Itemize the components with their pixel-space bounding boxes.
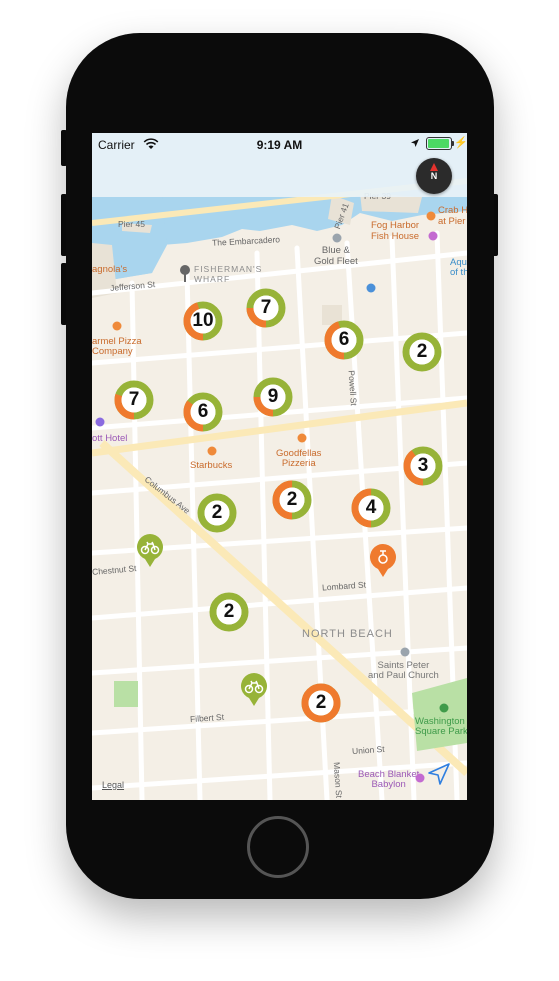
cluster-count: 2 bbox=[211, 502, 223, 523]
cluster-marker[interactable]: 6 bbox=[183, 392, 223, 432]
pizza-icon bbox=[297, 433, 307, 443]
cluster-marker[interactable]: 2 bbox=[402, 332, 442, 372]
cluster-count: 2 bbox=[416, 341, 428, 362]
compass-button[interactable]: N bbox=[416, 158, 452, 194]
poi-crab-house: Crab Hat Pier bbox=[438, 205, 467, 227]
poi-goodfellas: Goodfellas Pizzeria bbox=[276, 448, 322, 469]
church-icon bbox=[400, 647, 410, 657]
cluster-count: 2 bbox=[315, 692, 327, 713]
cluster-marker[interactable]: 7 bbox=[114, 380, 154, 420]
location-arrow-icon[interactable] bbox=[426, 761, 452, 787]
status-bar: Carrier 9:19 AM ⚡ N bbox=[92, 133, 467, 197]
cluster-marker[interactable]: 2 bbox=[209, 592, 249, 632]
hotel-icon bbox=[95, 417, 105, 427]
poi-blue-gold-fleet: Blue & Gold Fleet bbox=[314, 245, 358, 267]
shopping-icon bbox=[428, 231, 438, 241]
cluster-count: 6 bbox=[197, 401, 209, 422]
cluster-marker[interactable]: 10 bbox=[183, 301, 223, 341]
bike-marker[interactable] bbox=[136, 534, 164, 568]
street-label-pier45: Pier 45 bbox=[118, 219, 145, 229]
scooter-marker[interactable] bbox=[369, 544, 397, 578]
bike-icon bbox=[137, 534, 163, 567]
bike-marker[interactable] bbox=[240, 673, 268, 707]
home-button[interactable] bbox=[247, 816, 309, 878]
cluster-count: 4 bbox=[365, 497, 377, 518]
cluster-count: 7 bbox=[128, 389, 140, 410]
cluster-marker[interactable]: 3 bbox=[403, 446, 443, 486]
poi-aquarium: Aqu of th bbox=[450, 257, 467, 278]
cluster-marker[interactable]: 2 bbox=[272, 480, 312, 520]
cluster-count: 7 bbox=[260, 297, 272, 318]
battery-icon bbox=[426, 137, 454, 150]
poi-beach-blanket: Beach Blanket Babylon bbox=[358, 769, 420, 790]
coffee-icon bbox=[207, 446, 217, 456]
cluster-count: 6 bbox=[338, 329, 350, 350]
theater-icon bbox=[415, 773, 425, 783]
district-label-north-beach: NORTH BEACH bbox=[302, 628, 393, 640]
pizza-icon bbox=[112, 321, 122, 331]
compass-label: N bbox=[430, 171, 438, 181]
cluster-count: 2 bbox=[286, 489, 298, 510]
cluster-count: 2 bbox=[223, 601, 235, 622]
cluster-marker[interactable]: 6 bbox=[324, 320, 364, 360]
park-icon bbox=[439, 703, 449, 713]
cluster-count: 9 bbox=[267, 386, 279, 407]
parking-icon bbox=[366, 283, 376, 293]
cluster-count: 3 bbox=[417, 455, 429, 476]
cluster-marker[interactable]: 2 bbox=[197, 493, 237, 533]
compass-needle-icon bbox=[430, 163, 438, 171]
poi-saints-peter-paul: Saints Peter and Paul Church bbox=[368, 660, 439, 681]
poi-washington-square: Washington Square Park bbox=[415, 716, 467, 737]
scooter-icon bbox=[370, 544, 396, 577]
location-services-icon bbox=[411, 139, 419, 147]
cluster-marker[interactable]: 4 bbox=[351, 488, 391, 528]
bike-icon bbox=[241, 673, 267, 706]
poi-carmel-pizza: armel Pizza Company bbox=[92, 336, 142, 357]
poi-hotel: ott Hotel bbox=[92, 433, 128, 444]
cluster-marker[interactable]: 9 bbox=[253, 377, 293, 417]
map-screen[interactable]: Pier 45 The Embarcadero Jefferson St FIS… bbox=[92, 133, 467, 800]
landmark-icon bbox=[180, 265, 190, 282]
legal-link[interactable]: Legal bbox=[102, 780, 124, 790]
cluster-marker[interactable]: 2 bbox=[301, 683, 341, 723]
charging-icon: ⚡ bbox=[454, 137, 467, 149]
restaurant-icon bbox=[426, 211, 436, 221]
district-label-fishermans-wharf: FISHERMAN'S WHARF bbox=[194, 264, 263, 284]
cluster-count: 10 bbox=[192, 310, 214, 331]
poi-magnolias: agnola's bbox=[92, 264, 128, 275]
poi-starbucks: Starbucks bbox=[190, 460, 233, 471]
ferry-icon bbox=[332, 233, 342, 243]
cluster-marker[interactable]: 7 bbox=[246, 288, 286, 328]
poi-fog-harbor: Fog Harbor Fish House bbox=[371, 220, 420, 242]
